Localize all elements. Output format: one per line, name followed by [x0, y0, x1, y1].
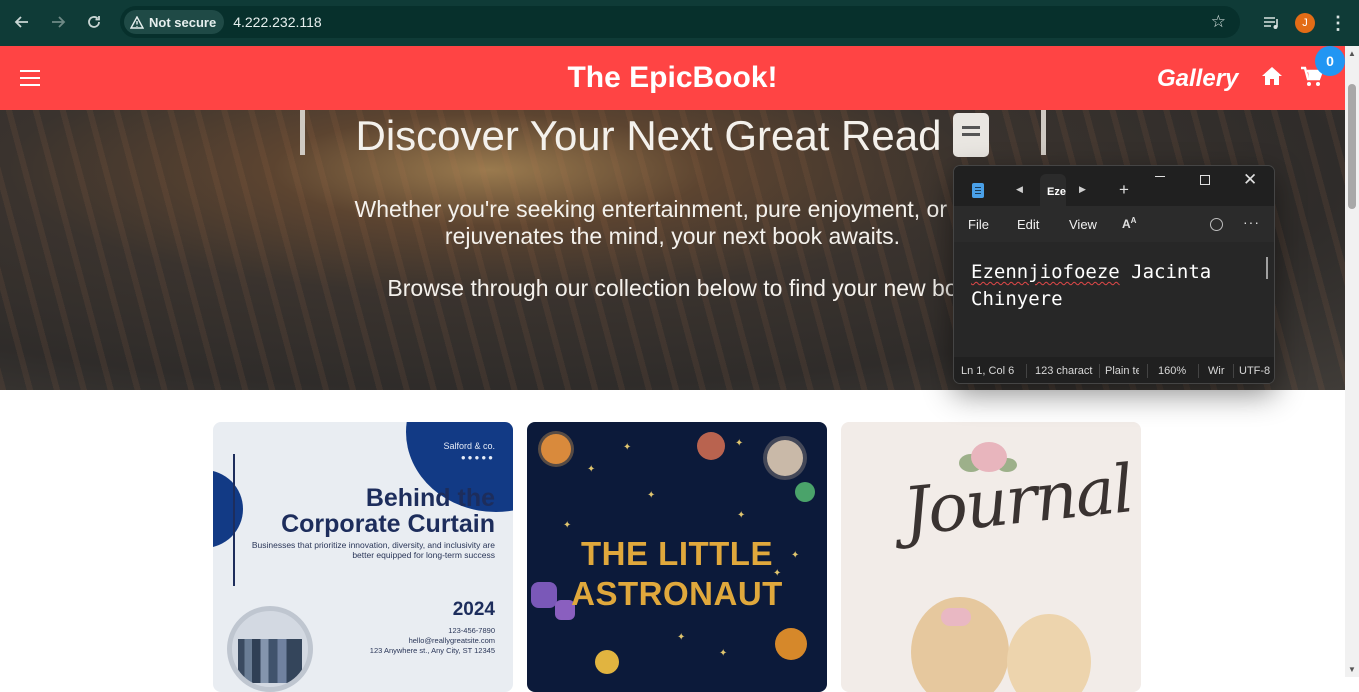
- page-scrollbar[interactable]: ▲ ▼: [1345, 46, 1359, 677]
- text-format-icon[interactable]: AA: [1122, 216, 1136, 231]
- account-icon[interactable]: [1210, 218, 1223, 231]
- book-card-journal[interactable]: Journal: [841, 422, 1141, 692]
- back-arrow-icon[interactable]: [4, 4, 40, 40]
- minimize-icon[interactable]: [1155, 176, 1165, 177]
- scroll-down-icon[interactable]: ▼: [1348, 665, 1356, 674]
- site-title[interactable]: The EpicBook!: [0, 61, 1345, 95]
- home-icon[interactable]: [1261, 66, 1283, 86]
- book-title: Journal: [899, 450, 1136, 551]
- cart-count-badge[interactable]: 0: [1315, 46, 1345, 76]
- book-description: Businesses that prioritize innovation, d…: [251, 540, 495, 560]
- scroll-thumb[interactable]: [1348, 84, 1356, 209]
- notepad-tab[interactable]: Eze: [1040, 174, 1066, 206]
- city-photo: [227, 606, 313, 692]
- bookmark-star-icon[interactable]: ☆: [1211, 12, 1226, 32]
- notepad-statusbar: Ln 1, Col 6 123 charact Plain te 160% Wi…: [954, 357, 1274, 383]
- book-card-corporate-curtain[interactable]: Salford & co. ●●●●● Behind the Corporate…: [213, 422, 513, 692]
- book-year: 2024: [452, 599, 495, 620]
- hero-title: Discover Your Next Great Read: [355, 112, 942, 159]
- notepad-menubar: File Edit View AA ···: [954, 206, 1274, 242]
- book-icon: [953, 112, 990, 157]
- new-tab-icon[interactable]: +: [1119, 180, 1129, 200]
- gallery-link[interactable]: Gallery: [1157, 65, 1238, 93]
- status-line-ending[interactable]: Wir: [1208, 365, 1230, 377]
- site-header: The EpicBook! Gallery: [0, 46, 1345, 110]
- warning-icon: [130, 15, 144, 29]
- status-zoom[interactable]: 160%: [1158, 365, 1192, 377]
- notepad-editor[interactable]: Ezennjiofoeze Jacinta Chinyere: [954, 242, 1274, 357]
- status-position: Ln 1, Col 6: [961, 365, 1015, 377]
- notepad-titlebar[interactable]: ◀ Eze ▶ + ✕: [954, 166, 1274, 206]
- book-title: Behind the Corporate Curtain: [281, 484, 495, 538]
- profile-avatar[interactable]: J: [1295, 13, 1315, 33]
- planet-icon: [541, 434, 571, 464]
- menu-edit[interactable]: Edit: [1017, 217, 1039, 232]
- editor-scrollbar[interactable]: [1266, 257, 1268, 279]
- book-contact: 123-456-7890 hello@reallygreatsite.com 1…: [369, 626, 495, 655]
- book-brand: Salford & co.: [443, 441, 495, 451]
- status-format[interactable]: Plain te: [1105, 365, 1139, 377]
- security-chip[interactable]: Not secure: [124, 10, 225, 34]
- status-encoding[interactable]: UTF-8: [1239, 365, 1273, 377]
- reload-icon[interactable]: [76, 4, 112, 40]
- close-icon[interactable]: ✕: [1243, 170, 1257, 190]
- more-options-icon[interactable]: ···: [1243, 214, 1260, 230]
- editor-text[interactable]: Ezennjiofoeze Jacinta Chinyere: [971, 259, 1211, 313]
- browser-menu-icon[interactable]: ⋮: [1329, 13, 1347, 34]
- maximize-icon[interactable]: [1200, 175, 1210, 185]
- security-label: Not secure: [149, 14, 217, 30]
- notepad-window[interactable]: ◀ Eze ▶ + ✕ File Edit View AA ··· Ezennj…: [953, 165, 1275, 384]
- menu-view[interactable]: View: [1069, 217, 1097, 232]
- url-text[interactable]: 4.222.232.118: [233, 14, 322, 30]
- tab-scroll-left-icon[interactable]: ◀: [1016, 184, 1023, 195]
- menu-file[interactable]: File: [968, 217, 989, 232]
- browser-toolbar: Not secure 4.222.232.118 ☆ J ⋮: [0, 0, 1359, 46]
- notepad-app-icon: [972, 183, 984, 198]
- status-char-count: 123 charact: [1035, 365, 1093, 377]
- tab-scroll-right-icon[interactable]: ▶: [1079, 184, 1086, 195]
- book-card-little-astronaut[interactable]: ✦ ✦ ✦ ✦ ✦ ✦ ✦ ✦ ✦ ✦ THE LITTLE ASTRONAUT: [527, 422, 827, 692]
- address-bar[interactable]: Not secure 4.222.232.118 ☆: [120, 6, 1240, 38]
- book-title: THE LITTLE ASTRONAUT: [571, 535, 783, 612]
- forward-arrow-icon[interactable]: [40, 4, 76, 40]
- media-queue-icon[interactable]: [1263, 16, 1281, 30]
- scroll-up-icon[interactable]: ▲: [1348, 49, 1356, 58]
